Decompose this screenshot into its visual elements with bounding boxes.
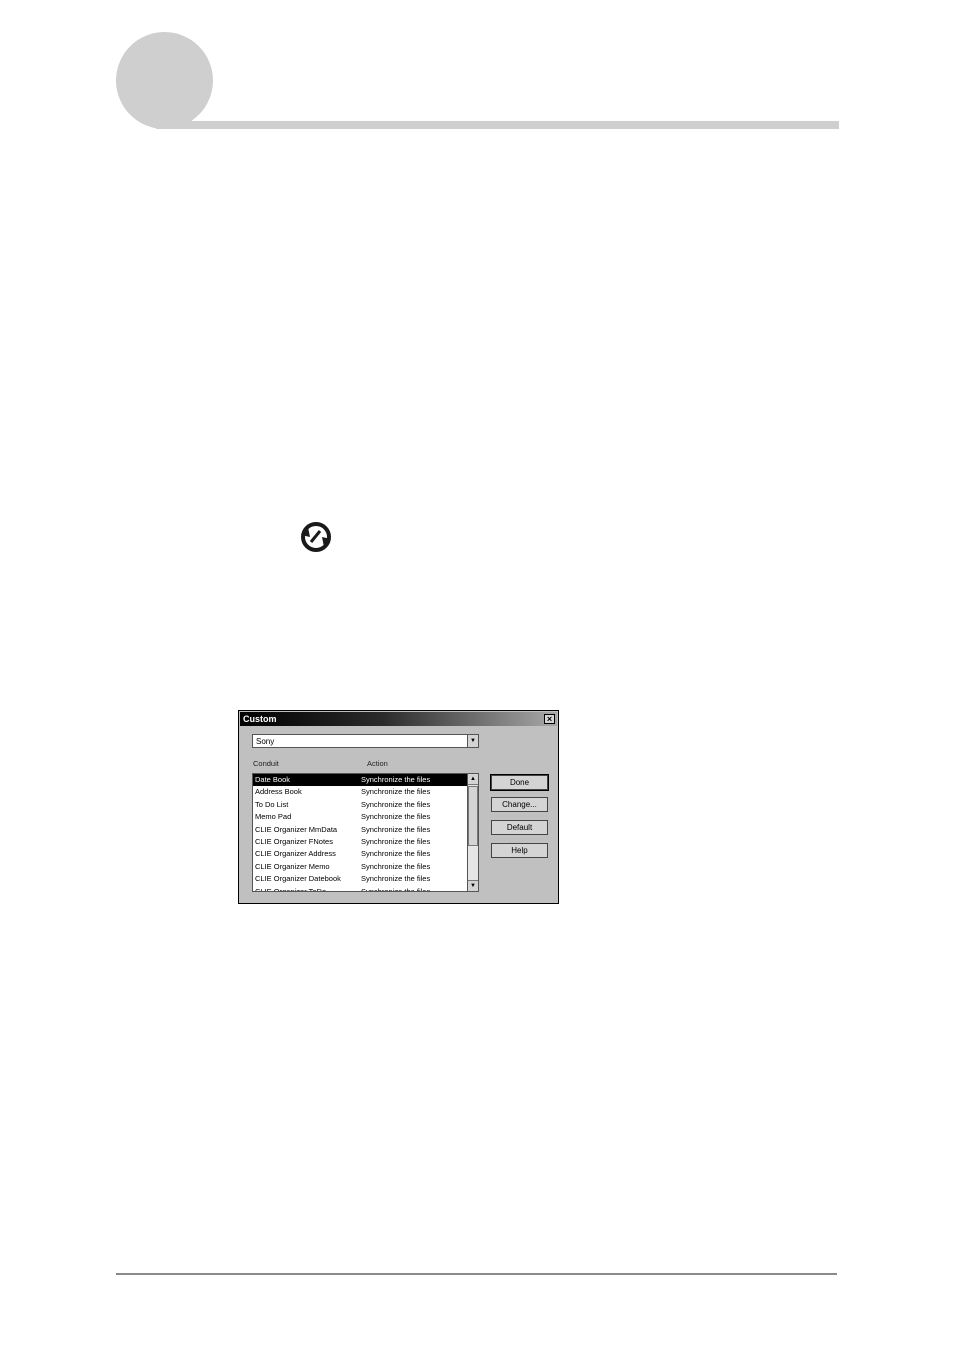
list-item[interactable]: CLIE Organizer ToDo Synchronize the files (253, 886, 469, 892)
help-button[interactable]: Help (491, 843, 548, 858)
handheld-select[interactable]: Sony ▼ (252, 734, 479, 748)
conduit-action: Synchronize the files (361, 799, 431, 809)
chapter-number-circle (116, 32, 213, 129)
conduit-name: CLIE Organizer Memo (255, 861, 330, 871)
conduit-name: CLIE Organizer FNotes (255, 836, 333, 846)
header-rule (156, 121, 839, 129)
list-item[interactable]: CLIE Organizer FNotes Synchronize the fil… (253, 836, 469, 848)
conduit-name: CLIE Organizer Datebook (255, 874, 341, 884)
dialog-titlebar[interactable]: Custom × (240, 712, 557, 726)
conduit-action: Synchronize the files (361, 775, 431, 784)
conduit-action: Synchronize the files (361, 874, 431, 884)
close-icon: × (546, 714, 553, 724)
conduit-name: CLIE Organizer ToDo (255, 886, 327, 892)
footer-rule (116, 1273, 837, 1275)
scroll-thumb[interactable] (468, 786, 478, 846)
change-button[interactable]: Change... (491, 797, 548, 812)
list-item[interactable]: Address Book Synchronize the files (253, 786, 469, 798)
list-item[interactable]: Memo Pad Synchronize the files (253, 811, 469, 823)
scroll-down-icon[interactable]: ▼ (468, 880, 478, 891)
chevron-down-icon[interactable]: ▼ (467, 735, 478, 747)
conduit-rows: Date Book Synchronize the files Address Bo… (253, 774, 469, 892)
conduit-name: Address Book (255, 787, 302, 797)
scroll-up-icon[interactable]: ▲ (468, 774, 478, 785)
conduit-name: Memo Pad (255, 812, 292, 822)
conduit-list[interactable]: Date Book Synchronize the files Address Bo… (252, 773, 479, 892)
conduit-action: Synchronize the files (361, 861, 431, 871)
default-button[interactable]: Default (491, 820, 548, 835)
hotsync-icon (301, 522, 331, 552)
list-item[interactable]: To Do List Synchronize the files (253, 799, 469, 811)
list-scrollbar[interactable]: ▲ ▼ (467, 774, 478, 891)
conduit-name: CLIE Organizer Address (255, 849, 336, 859)
conduit-action: Synchronize the files (361, 787, 431, 797)
list-item[interactable]: CLIE Organizer Address Synchronize the fi… (253, 848, 469, 860)
list-item[interactable]: CLIE Organizer Datebook Synchronize the f… (253, 873, 469, 885)
conduit-name: To Do List (255, 799, 289, 809)
conduit-name: CLIE Organizer MmData (255, 824, 338, 834)
done-button[interactable]: Done (490, 774, 549, 791)
conduit-action: Synchronize the files (361, 849, 431, 859)
column-header-action[interactable]: Action (367, 759, 388, 769)
dialog-title: Custom (243, 714, 277, 724)
conduit-action: Synchronize the files (361, 812, 431, 822)
list-item[interactable]: CLIE Organizer MmData Synchronize the fil… (253, 824, 469, 836)
close-button[interactable]: × (544, 714, 555, 724)
column-header-conduit[interactable]: Conduit (253, 759, 279, 769)
list-item[interactable]: CLIE Organizer Memo Synchronize the files (253, 861, 469, 873)
list-item[interactable]: Date Book Synchronize the files (253, 774, 469, 787)
conduit-action: Synchronize the files (361, 836, 431, 846)
conduit-action: Synchronize the files (361, 824, 431, 834)
conduit-name: Date Book (255, 775, 291, 784)
conduit-action: Synchronize the files (361, 886, 431, 892)
handheld-select-value: Sony (256, 737, 275, 746)
custom-dialog: Custom × Sony ▼ Conduit Action Date Book… (238, 710, 559, 904)
